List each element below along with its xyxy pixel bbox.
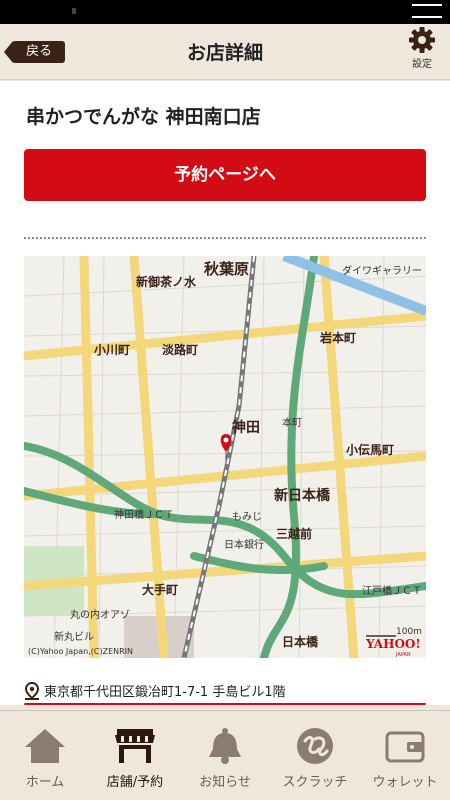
- tab-wallet[interactable]: ウォレット: [360, 711, 450, 800]
- map-label-otemachi: 大手町: [142, 582, 178, 597]
- address-text: 東京都千代田区鍛冶町1-7-1 手島ビル1階: [44, 685, 286, 700]
- tab-scratch-label: スクラッチ: [282, 775, 348, 790]
- tab-store[interactable]: 店舗/予約: [90, 711, 180, 800]
- page-title: お店詳細: [186, 42, 263, 64]
- tab-home-label: ホーム: [25, 775, 65, 790]
- map-label-mitsukoshimae: 三越前: [276, 526, 312, 541]
- shop-name: 串かつでんがな 神田南口店: [26, 106, 261, 128]
- tab-news[interactable]: お知らせ: [180, 711, 270, 800]
- yahoo-logo-sub: JAPAN: [395, 652, 411, 658]
- map-scale: 100m: [396, 627, 422, 637]
- gear-icon: [409, 27, 435, 53]
- map-label-kanda: 神田: [232, 419, 260, 436]
- map-label-awajicho: 淡路町: [162, 342, 198, 357]
- shop-map[interactable]: 秋葉原 新御茶ノ水 小川町 淡路町 岩本町 神田 小伝馬町 新日本橋 三越前 大…: [24, 256, 426, 658]
- header: 戻る お店詳細 設定: [0, 24, 450, 80]
- battery-icon: [412, 4, 442, 18]
- map-label-daiwa-gallery: ダイワギャラリー: [342, 264, 422, 277]
- map-label-nihombashi: 日本橋: [282, 634, 319, 649]
- next-button-partial[interactable]: [24, 703, 426, 705]
- tab-news-label: お知らせ: [199, 775, 251, 790]
- tab-store-label: 店舗/予約: [106, 775, 164, 790]
- divider: [24, 237, 426, 239]
- store-icon: [115, 729, 155, 763]
- map-label-ogawamachi: 小川町: [94, 342, 130, 357]
- map-label-kodenmacho: 小伝馬町: [346, 442, 394, 457]
- map-label-kanda-jct: 神田橋ＪＣＴ: [114, 508, 174, 521]
- map-label-iwamotocho: 岩本町: [319, 330, 356, 345]
- tab-wallet-label: ウォレット: [372, 775, 438, 790]
- status-bar: [0, 0, 450, 24]
- wallet-icon: [385, 731, 425, 763]
- tab-home[interactable]: ホーム: [0, 711, 90, 800]
- map-label-edobashi-jct: 江戸橋ＪＣＴ: [362, 584, 422, 597]
- bell-icon: [209, 728, 241, 764]
- map-label-momiji: もみじ: [232, 511, 262, 523]
- map-canvas: 秋葉原 新御茶ノ水 小川町 淡路町 岩本町 神田 小伝馬町 新日本橋 三越前 大…: [24, 256, 426, 658]
- status-indicator: [72, 8, 76, 14]
- yahoo-logo: YAHOO!: [365, 637, 421, 651]
- tab-bar: ホーム 店舗/予約 お知らせ スクラッチ ウォレット: [0, 710, 450, 800]
- map-label-shin-nihombashi: 新日本橋: [274, 487, 331, 504]
- map-label-shin-ochanomizu: 新御茶ノ水: [136, 274, 197, 289]
- main-content: 串かつでんがな 神田南口店 予約ページへ 秋葉原 新御茶ノ水 小川町 淡路町 岩…: [0, 81, 450, 705]
- settings-button[interactable]: 設定: [402, 26, 442, 70]
- shop-address: 東京都千代田区鍛冶町1-7-1 手島ビル1階: [24, 681, 286, 700]
- map-label-marunouchi-oazo: 丸の内オアゾ: [70, 608, 130, 621]
- map-copyright: (C)Yahoo Japan,(C)ZENRIN: [28, 647, 133, 656]
- tab-scratch[interactable]: スクラッチ: [270, 711, 360, 800]
- home-icon: [25, 729, 65, 763]
- settings-label: 設定: [412, 59, 432, 70]
- map-label-shin-marunouchi: 新丸ビル: [54, 630, 94, 643]
- map-label-nihon-ginko: 日本銀行: [224, 538, 264, 551]
- map-label-akihabara: 秋葉原: [204, 260, 249, 278]
- scratch-icon: [297, 728, 333, 764]
- map-label-motomachi: 本町: [282, 416, 302, 429]
- location-pin-icon: [24, 681, 40, 700]
- reserve-button[interactable]: 予約ページへ: [24, 149, 426, 201]
